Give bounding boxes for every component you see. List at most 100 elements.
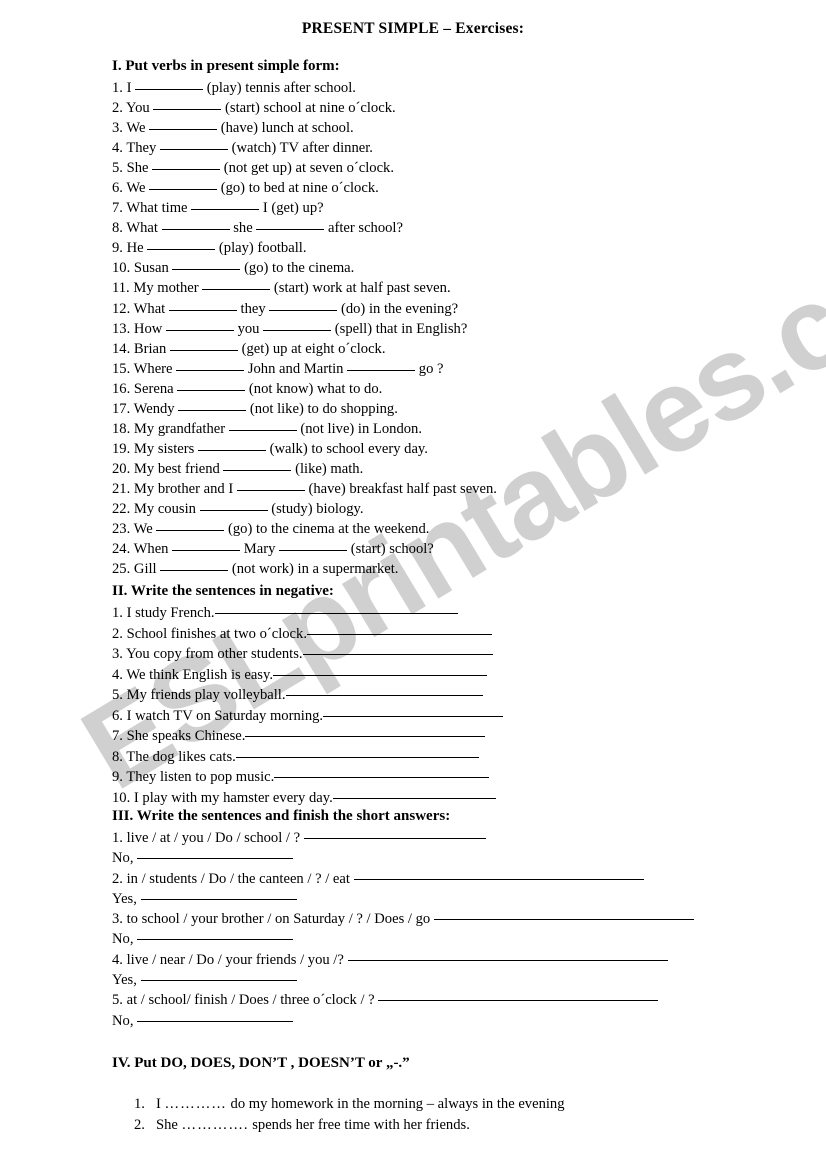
answer-rule[interactable] [332,788,496,799]
answer-blank[interactable] [152,158,221,171]
answer-blank[interactable] [169,339,238,351]
item-number: 22. [112,500,131,517]
dotted-blank[interactable]: ………… [165,1096,227,1112]
answer-blank[interactable] [165,319,234,331]
item-number: 5. [112,160,123,177]
negative-sentence-item: 1. I study French. [112,603,503,624]
exercise-item: 3. We (have) lunch at school. [112,118,354,137]
answer-blank[interactable] [153,98,222,111]
section-four: IV. Put DO, DOES, DON’T , DOESN’T or „-.… [112,1055,565,1136]
answer-blank[interactable] [159,138,228,151]
answer-blank[interactable] [156,519,225,532]
page-title: PRESENT SIMPLE – Exercises: [301,20,525,37]
item-number: 5. [112,687,123,703]
answer-rule[interactable] [347,950,668,961]
short-answer-rule[interactable] [137,848,294,860]
item-number: 14. [112,340,131,357]
answer-blank[interactable] [149,118,218,131]
item-number: 7. [112,728,123,744]
short-answer-label: No, [112,850,134,867]
answer-blank[interactable] [172,258,241,271]
scrambled-sentence-item: 3. to school / your brother / on Saturda… [112,909,694,929]
answer-blank[interactable] [347,359,416,371]
answer-blank[interactable] [256,218,325,231]
answer-rule[interactable] [378,990,659,1002]
answer-rule[interactable] [274,767,490,778]
answer-blank[interactable] [199,499,268,511]
short-answer-rule[interactable] [137,929,294,941]
exercise-item: 25. Gill (not work) in a supermarket. [112,559,399,578]
scrambled-words: in / students / Do / the canteen / ? / e… [126,870,350,887]
short-answer-rule[interactable] [140,970,297,982]
short-answer-row: No, [112,848,694,868]
item-number: 8. [112,748,123,765]
section-two: II. Write the sentences in negative: 1. … [112,583,504,809]
answer-blank[interactable] [228,419,297,431]
exercise-item: 9. He (play) football. [112,238,307,257]
answer-blank[interactable] [135,78,204,90]
answer-blank[interactable] [149,178,218,191]
item-number: 12. [112,300,131,317]
short-answer-rule[interactable] [140,889,297,900]
item-number: 1. [112,80,123,96]
answer-rule[interactable] [272,665,487,676]
exercise-item: 16. Serena (not know) what to do. [112,379,383,397]
answer-blank[interactable] [197,439,266,451]
section-two-items: 1. I study French. 2. School finishes at … [112,603,504,809]
answer-rule[interactable] [285,685,483,696]
answer-rule[interactable] [235,747,479,758]
answer-rule[interactable] [353,869,644,880]
answer-blank[interactable] [223,459,292,471]
short-answer-rule[interactable] [137,1011,294,1022]
answer-blank[interactable] [236,479,305,491]
item-number: 9. [112,240,123,257]
negative-sentence-item: 3. You copy from other students. [112,644,503,665]
answer-blank[interactable] [279,539,348,552]
negative-sentence-item: 6. I watch TV on Saturday morning. [112,706,504,727]
exercise-item: 7. What time I (get) up? [112,198,324,217]
answer-rule[interactable] [433,909,694,921]
item-number: 18. [112,420,131,437]
item-number: 6. [112,707,123,724]
answer-blank[interactable] [191,198,260,211]
answer-rule[interactable] [306,624,492,635]
dotted-blank[interactable]: …………. [182,1117,249,1133]
item-number: 4. [112,140,123,157]
answer-blank[interactable] [161,218,230,231]
item-number: 20. [112,460,131,477]
item-number: 4. [112,666,123,683]
answer-blank[interactable] [202,278,271,291]
exercise-item: 19. My sisters (walk) to school every da… [112,439,428,457]
scrambled-words: live / at / you / Do / school / ? [126,830,301,846]
exercise-item: 24. When Mary (start) school? [112,539,434,558]
answer-blank[interactable] [176,359,245,371]
answer-rule[interactable] [303,828,486,839]
scrambled-words: live / near / Do / your friends / you /? [126,951,344,968]
negative-sentence-item: 4. We think English is easy. [112,665,503,686]
answer-blank[interactable] [177,379,246,391]
answer-rule[interactable] [245,726,486,737]
section-three: III. Write the sentences and finish the … [112,808,694,1031]
item-number: 3. [112,120,123,137]
negative-sentence-item: 10. I play with my hamster every day. [112,788,503,809]
item-number: 4. [112,951,123,968]
short-answer-label: Yes, [112,972,137,989]
answer-blank[interactable] [172,539,241,552]
exercise-item: 23. We (go) to the cinema at the weekend… [112,519,430,538]
item-number: 5. [112,992,123,1009]
item-number: 6. [112,180,123,197]
section-three-heading: III. Write the sentences and finish the … [112,808,451,824]
item-number: 19. [112,440,131,457]
exercise-item: 13. How you (spell) that in English? [112,319,468,337]
answer-blank[interactable] [160,559,229,572]
answer-blank[interactable] [263,319,332,331]
answer-rule[interactable] [302,644,493,655]
item-number: 1. [134,1096,145,1112]
answer-rule[interactable] [214,603,458,614]
answer-rule[interactable] [323,706,504,717]
answer-blank[interactable] [168,299,237,311]
scrambled-sentence-item: 2. in / students / Do / the canteen / ? … [112,869,694,889]
answer-blank[interactable] [178,399,247,411]
answer-blank[interactable] [147,238,216,251]
answer-blank[interactable] [269,299,338,311]
